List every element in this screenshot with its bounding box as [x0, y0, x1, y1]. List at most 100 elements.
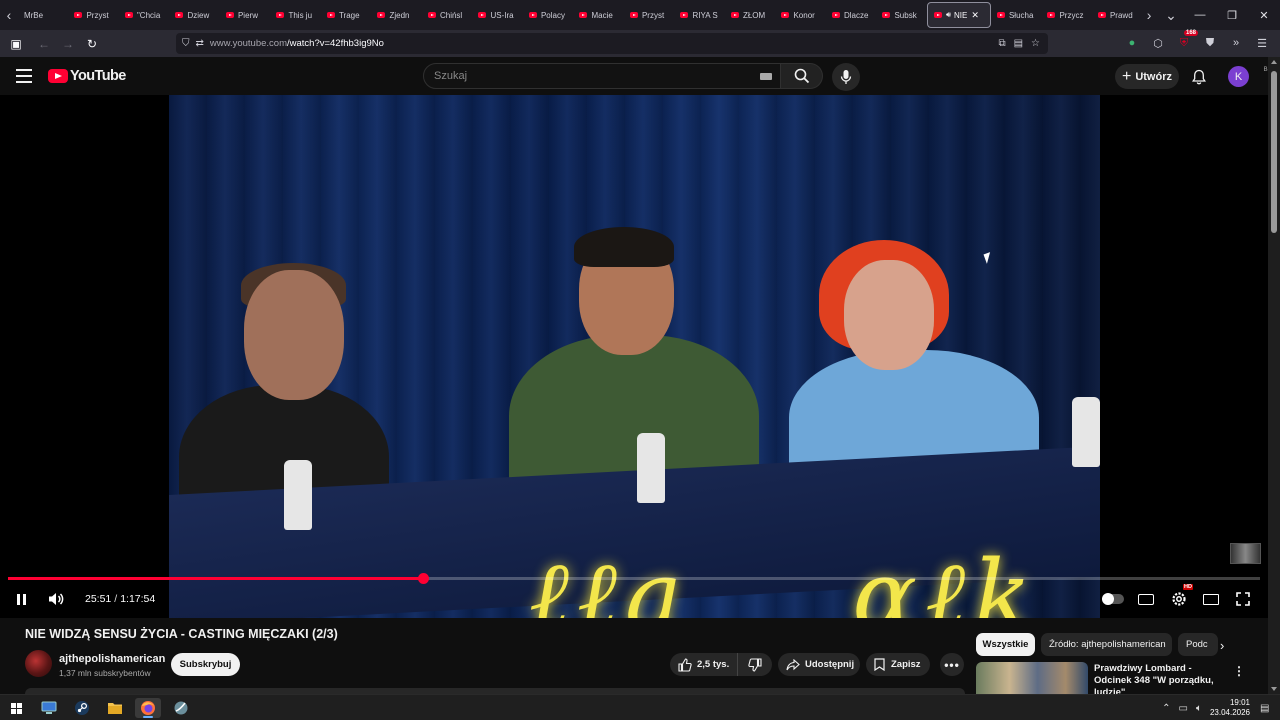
browser-tab[interactable]: MrBe [18, 2, 69, 28]
app-menu-icon[interactable]: ☰ [1252, 33, 1272, 53]
volume-icon[interactable] [46, 587, 66, 611]
browser-tab[interactable]: Polacy [523, 2, 574, 28]
browser-tab[interactable]: Chińsl [422, 2, 473, 28]
pause-button[interactable] [14, 587, 28, 611]
guide-menu-icon[interactable] [16, 69, 32, 87]
scroll-up-arrow-icon[interactable] [1271, 60, 1277, 64]
browser-tab[interactable]: ZŁOM [725, 2, 776, 28]
page-scrollbar[interactable] [1268, 57, 1280, 694]
browser-tab[interactable]: Macie [573, 2, 624, 28]
fullscreen-icon[interactable] [1233, 587, 1253, 611]
notifications-icon[interactable]: ▤ [1260, 703, 1280, 714]
tab-scroll-left-icon[interactable]: ‹ [0, 0, 18, 30]
tab-playing-speaker-icon[interactable]: 🔊︎ [946, 10, 951, 20]
permissions-icon[interactable]: ⇄ [196, 38, 204, 49]
address-bar[interactable]: ⛉ ⇄ www.youtube.com/watch?v=42fhb3ig9No … [176, 33, 1048, 54]
recommended-video-thumbnail[interactable] [976, 662, 1088, 694]
thumbs-down-icon [748, 657, 762, 672]
browser-tab[interactable]: "Chcia [119, 2, 170, 28]
browser-tab[interactable]: US-Ira [472, 2, 523, 28]
current-time: 25:51 [85, 593, 112, 605]
sidebar-toggle-icon[interactable]: ▣ [4, 32, 28, 56]
speaker-icon[interactable]: 🔈︎ [1196, 703, 1202, 714]
notifications-bell-icon[interactable] [1189, 67, 1209, 87]
close-tab-icon[interactable]: ✕ [971, 10, 979, 21]
list-all-tabs-icon[interactable]: ⌄ [1158, 0, 1184, 30]
minimize-window-icon[interactable]: — [1184, 0, 1216, 30]
tray-overflow-chevron-icon[interactable]: ⌃ [1162, 703, 1170, 714]
firefox-icon[interactable] [135, 698, 161, 718]
browser-tab[interactable]: Przyst [68, 2, 119, 28]
extensions-icon[interactable]: ⬡ [1148, 33, 1168, 53]
recommendation-menu-icon[interactable]: ⋮ [1233, 664, 1245, 678]
tab-label: Subsk [894, 10, 917, 20]
reader-view-icon[interactable]: ▤ [1014, 38, 1023, 49]
browser-tab[interactable]: Trage [321, 2, 372, 28]
progress-bar[interactable] [8, 573, 1260, 584]
video-frame[interactable]: ℓℓa ‿ ɑℓk [169, 95, 1100, 618]
account-avatar[interactable]: K [1228, 66, 1249, 87]
scroll-down-arrow-icon[interactable] [1271, 687, 1277, 691]
browser-tab[interactable]: Słucha [991, 2, 1042, 28]
browser-tab[interactable]: Pierw [220, 2, 271, 28]
browser-tab[interactable]: Zjedn [371, 2, 422, 28]
browser-tab-active[interactable]: 🔊︎ NIE ✕ [926, 2, 991, 28]
like-button[interactable]: 2,5 tys. [670, 653, 738, 676]
misc-app-icon[interactable] [168, 698, 194, 718]
bookmark-star-icon[interactable]: ☆ [1031, 38, 1040, 49]
reload-icon[interactable]: ↻ [80, 32, 104, 56]
chip-source-channel[interactable]: Źródło: ajthepolishamerican [1041, 633, 1172, 656]
channel-name[interactable]: ajthepolishamerican [59, 653, 165, 665]
keyboard-icon[interactable] [760, 73, 772, 80]
settings-gear-icon[interactable]: HD [1169, 584, 1193, 611]
file-explorer-icon[interactable] [102, 698, 128, 718]
chip-all[interactable]: Wszystkie [976, 633, 1035, 656]
more-actions-icon[interactable]: ••• [940, 653, 964, 676]
search-box[interactable] [423, 63, 781, 89]
close-window-icon[interactable]: ✕ [1248, 0, 1280, 30]
autoplay-toggle[interactable] [1102, 587, 1124, 611]
save-button[interactable]: Zapisz [866, 653, 930, 676]
browser-tab[interactable]: RIYA S [674, 2, 725, 28]
steam-icon[interactable] [69, 698, 95, 718]
youtube-logo[interactable]: YouTube BR [48, 67, 1272, 84]
forward-icon[interactable]: → [56, 32, 80, 56]
create-button[interactable]: + Utwórz [1115, 64, 1179, 89]
browser-tab[interactable]: Dlacze [826, 2, 877, 28]
browser-tab[interactable]: This ju [270, 2, 321, 28]
privacy-extension-icon[interactable]: ⛊ [1200, 33, 1220, 53]
browser-tab[interactable]: Przycz [1041, 2, 1092, 28]
ublock-extension-icon[interactable]: ⛨ 168 [1174, 30, 1198, 53]
start-windows-icon[interactable] [3, 698, 29, 718]
browser-tab[interactable]: Dziew [169, 2, 220, 28]
chips-next-chevron-icon[interactable]: › [1220, 638, 1224, 653]
chip-podcasts[interactable]: Podc [1178, 633, 1218, 656]
search-button[interactable] [781, 63, 823, 89]
browser-tab[interactable]: Przyst [624, 2, 675, 28]
subscribe-button[interactable]: Subskrybuj [171, 653, 240, 676]
scrollbar-thumb[interactable] [1271, 71, 1277, 233]
subtitles-icon[interactable] [1136, 587, 1156, 611]
voice-search-button[interactable] [832, 63, 860, 91]
shield-icon[interactable]: ⛉ [182, 38, 190, 49]
theater-mode-icon[interactable] [1201, 587, 1221, 611]
vpn-extension-icon[interactable]: ● [1122, 33, 1142, 53]
search-input[interactable] [434, 70, 734, 82]
overflow-chevrons-icon[interactable]: » [1226, 33, 1246, 53]
browser-tab[interactable]: Konor [775, 2, 826, 28]
browser-tab[interactable]: Prawd [1092, 2, 1140, 28]
video-player[interactable]: ℓℓa ‿ ɑℓk 25:51 / 1:17:54 HD [0, 95, 1268, 618]
preview-thumbnail[interactable] [1230, 543, 1261, 564]
dislike-button[interactable] [738, 657, 772, 672]
back-icon[interactable]: ← [32, 32, 56, 56]
tab-scroll-right-icon[interactable]: › [1140, 0, 1158, 30]
screenshot-icon[interactable]: ⧉ [998, 38, 1005, 49]
monitor-app-icon[interactable] [36, 698, 62, 718]
browser-tab[interactable]: Subsk [876, 2, 927, 28]
tab-label: RIYA S [692, 10, 718, 20]
share-button[interactable]: Udostępnij [778, 653, 860, 676]
network-icon[interactable]: ▭ [1179, 703, 1188, 714]
channel-avatar[interactable] [25, 650, 52, 677]
clock[interactable]: 19:01 23.04.2026 [1210, 698, 1250, 718]
restore-window-icon[interactable]: ❐ [1216, 0, 1248, 30]
